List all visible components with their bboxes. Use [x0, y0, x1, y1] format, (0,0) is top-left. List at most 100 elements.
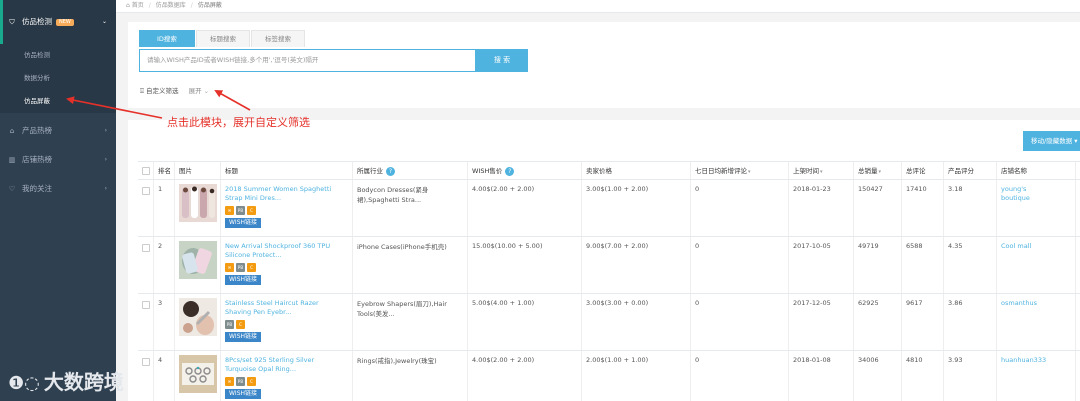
total-reviews-cell: 4810: [902, 351, 944, 401]
results-table: 排名 图片 标题 所属行业? WISH售价? 卖家价格 七日日均新增评论▾ 上架…: [138, 161, 1080, 401]
move-hide-data-button[interactable]: 移动/隐藏数据 ▾: [1023, 131, 1080, 151]
breadcrumb-level1[interactable]: 仿品数据库: [156, 2, 186, 9]
expand-toggle[interactable]: 展开: [189, 87, 202, 95]
sales-cell: 49719: [854, 237, 902, 293]
row-checkbox[interactable]: [142, 244, 150, 252]
wish-link-button[interactable]: WISH链接: [225, 389, 262, 399]
search-button[interactable]: 搜 索: [476, 49, 528, 72]
select-all-checkbox[interactable]: [142, 167, 150, 175]
title-cell: 2018 Summer Women Spaghetti Strap Mini D…: [221, 180, 353, 236]
reviews7-cell: 0: [691, 180, 789, 236]
breadcrumb-separator: /: [190, 2, 193, 9]
table-header: 排名 图片 标题 所属行业? WISH售价? 卖家价格 七日日均新增评论▾ 上架…: [138, 161, 1080, 180]
row-select-cell: [138, 180, 154, 236]
image-cell: [175, 351, 221, 401]
shop-link[interactable]: osmanthus: [1001, 299, 1053, 308]
sidebar-item-counterfeit-detection[interactable]: ⛉ 仿品检测 NEW ⌄: [0, 0, 116, 44]
rating-cell: 3.93: [944, 351, 997, 401]
ce-icon[interactable]: C: [247, 377, 256, 386]
header-wish-price: WISH售价?: [468, 162, 582, 179]
header-reviews7[interactable]: 七日日均新增评论▾: [691, 162, 789, 179]
listed-cell: 2018-01-23: [789, 180, 854, 236]
rank-cell: 1: [154, 180, 175, 236]
select-all-cell: [138, 162, 154, 179]
sidebar-item-label: 仿品检测: [22, 17, 52, 26]
header-listed[interactable]: 上架时间▾: [789, 162, 854, 179]
product-title-link[interactable]: Stainless Steel Haircut Razer Shaving Pe…: [225, 299, 337, 319]
row-select-cell: [138, 294, 154, 350]
pb-icon[interactable]: PB: [236, 377, 245, 386]
custom-filter-row[interactable]: ⍗ 自定义筛选 展开 ⌄: [140, 85, 209, 96]
row-checkbox[interactable]: [142, 187, 150, 195]
tab-id-search[interactable]: ID搜索: [139, 30, 195, 47]
listed-cell: 2017-12-05: [789, 294, 854, 350]
breadcrumb-home[interactable]: 首页: [132, 2, 144, 9]
listed-cell: 2017-10-05: [789, 237, 854, 293]
message-icon[interactable]: ✉: [225, 377, 234, 386]
seller-price-cell: 9.00$(7.00 + 2.00): [582, 237, 691, 293]
sidebar-subitem-block[interactable]: 仿品屏蔽: [0, 90, 116, 113]
ce-icon[interactable]: C: [247, 263, 256, 272]
header-image: 图片: [175, 162, 221, 179]
heart-icon: ♡: [8, 185, 16, 193]
sidebar-item-store-ranking[interactable]: ▥ 店铺热榜 ›: [0, 145, 116, 174]
ce-icon[interactable]: C: [247, 206, 256, 215]
pb-icon[interactable]: PB: [236, 206, 245, 215]
title-cell: Stainless Steel Haircut Razer Shaving Pe…: [221, 294, 353, 350]
industry-cell: Eyebrow Shapers(眉刀),Hair Tools(美发...: [353, 294, 468, 350]
tab-title-search[interactable]: 标题搜索: [195, 30, 250, 47]
wish-link-button[interactable]: WISH链接: [225, 332, 262, 342]
shop-cell: Cool mall: [997, 237, 1076, 293]
sort-icon[interactable]: ▾: [879, 169, 882, 175]
product-title-link[interactable]: 8Pcs/set 925 Sterling Silver Turquoise O…: [225, 356, 337, 376]
shop-cell: huanhuan333: [997, 351, 1076, 401]
shop-link[interactable]: huanhuan333: [1001, 356, 1053, 365]
sidebar-item-my-follows[interactable]: ♡ 我的关注 ›: [0, 174, 116, 203]
move-hide-data-label: 移动/隐藏数据: [1031, 137, 1073, 145]
tab-tag-search[interactable]: 标签搜索: [250, 30, 305, 47]
pb-icon[interactable]: PB: [225, 320, 234, 329]
product-title-link[interactable]: 2018 Summer Women Spaghetti Strap Mini D…: [225, 185, 337, 205]
chevron-down-icon: ⌄: [201, 87, 210, 95]
help-icon[interactable]: ?: [386, 166, 395, 176]
help-icon[interactable]: ?: [505, 166, 515, 176]
sidebar-submenu: 仿品检测 数据分析 仿品屏蔽: [0, 44, 116, 113]
shop-link[interactable]: Cool mall: [1001, 242, 1053, 251]
wish-link-button[interactable]: WISH链接: [225, 218, 262, 228]
wish-link-button[interactable]: WISH链接: [225, 275, 262, 285]
shop-link[interactable]: young's boutique: [1001, 185, 1053, 203]
image-cell: [175, 180, 221, 236]
total-reviews-cell: 9617: [902, 294, 944, 350]
custom-filter-label[interactable]: 自定义筛选: [146, 87, 179, 95]
row-checkbox[interactable]: [142, 358, 150, 366]
chevron-down-icon: ⌄: [101, 18, 107, 25]
industry-text: iPhone Cases(iPhone手机壳): [357, 243, 447, 251]
sidebar-item-product-ranking[interactable]: ⌂ 产品热榜 ›: [0, 116, 116, 145]
image-cell: [175, 294, 221, 350]
sales-cell: 62925: [854, 294, 902, 350]
header-seller-price: 卖家价格: [582, 162, 691, 179]
pb-icon[interactable]: PB: [236, 263, 245, 272]
message-icon[interactable]: ✉: [225, 263, 234, 272]
product-image[interactable]: [179, 298, 217, 336]
search-tabs: ID搜索 标题搜索 标签搜索: [139, 30, 306, 47]
sidebar-subitem-analysis[interactable]: 数据分析: [0, 67, 116, 90]
ce-icon[interactable]: C: [236, 320, 245, 329]
results-panel: 移动/隐藏数据 ▾ 排名 图片 标题 所属行业? WISH售价? 卖家价格 七日…: [128, 120, 1080, 401]
total-reviews-cell: 6588: [902, 237, 944, 293]
product-image[interactable]: [179, 184, 217, 222]
product-title-link[interactable]: New Arrival Shockproof 360 TPU Silicone …: [225, 242, 337, 262]
sidebar-subitem-detection[interactable]: 仿品检测: [0, 44, 116, 67]
new-badge: NEW: [56, 18, 74, 26]
sort-icon[interactable]: ▾: [748, 169, 751, 175]
header-sales[interactable]: 总销量▾: [854, 162, 902, 179]
platform-icons: PB C: [225, 320, 352, 330]
row-checkbox[interactable]: [142, 301, 150, 309]
sort-icon[interactable]: ▾: [820, 169, 823, 175]
search-input[interactable]: 请输入WISH产品ID或者WISH链接,多个用','逗号(英文)隔开: [139, 49, 476, 72]
message-icon[interactable]: ✉: [225, 206, 234, 215]
annotation-text: 点击此模块，展开自定义筛选: [167, 116, 310, 129]
sales-cell: 34006: [854, 351, 902, 401]
product-image[interactable]: [179, 241, 217, 279]
product-image[interactable]: [179, 355, 217, 393]
